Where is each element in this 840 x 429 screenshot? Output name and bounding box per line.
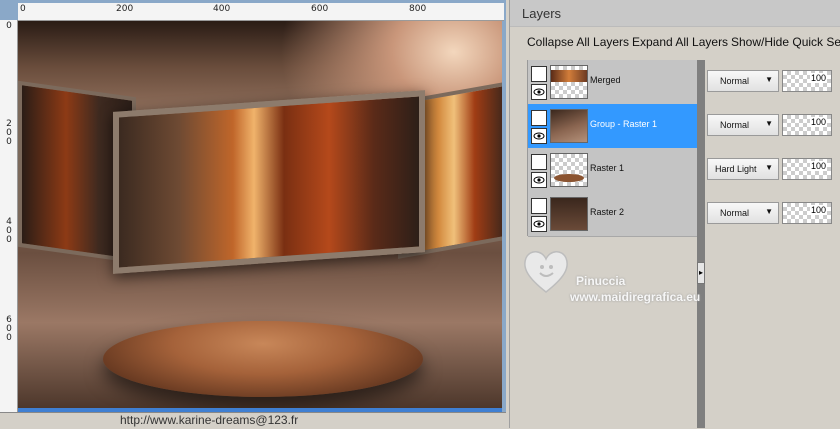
layer-list: Merged Group - Raster 1 Raster 1 Raster … — [527, 60, 698, 237]
layer-name: Raster 2 — [590, 207, 625, 217]
blend-mode-dropdown[interactable]: Normal ▼ — [707, 114, 779, 136]
ruler-label: 600 — [6, 315, 12, 343]
canvas-image[interactable] — [18, 21, 502, 408]
ruler-label: 0 — [6, 21, 12, 31]
layer-thumbnail — [550, 153, 588, 187]
blend-mode-value: Normal — [720, 76, 750, 86]
dropdown-caret-icon: ▼ — [765, 75, 773, 84]
layer-name: Raster 1 — [590, 163, 625, 173]
layer-thumbnail — [550, 109, 588, 143]
bowl-shape — [103, 321, 423, 397]
ruler-label: 600 — [311, 4, 329, 14]
vertical-ruler: 0 200 400 600 — [0, 20, 18, 412]
expand-all-layers-button[interactable]: Expand All Layers — [632, 35, 728, 49]
ruler-label: 200 — [6, 119, 12, 147]
palette-title: Layers — [522, 6, 562, 21]
layer-link-icon[interactable] — [531, 198, 547, 214]
blend-mode-value: Hard Light — [715, 164, 757, 174]
opacity-field[interactable]: 100 — [782, 202, 832, 224]
ruler-label: 400 — [213, 4, 231, 14]
heart-logo-icon — [524, 251, 568, 293]
canvas-bottom-strip: http://www.karine-dreams@123.fr — [0, 412, 506, 429]
blend-mode-value: Normal — [720, 208, 750, 218]
blend-mode-dropdown[interactable]: Hard Light ▼ — [707, 158, 779, 180]
layer-name: Group - Raster 1 — [590, 119, 658, 129]
layer-link-icon[interactable] — [531, 154, 547, 170]
ruler-label: 800 — [409, 4, 427, 14]
layer-thumbnail — [550, 197, 588, 231]
show-hide-quick-search-button[interactable]: Show/Hide Quick Sea — [731, 35, 840, 49]
blend-mode-dropdown[interactable]: Normal ▼ — [707, 70, 779, 92]
watermark-name: Pinuccia — [576, 274, 626, 288]
watermark-site: www.maidiregrafica.eu — [570, 290, 701, 304]
blend-mode-dropdown[interactable]: Normal ▼ — [707, 202, 779, 224]
blend-mode-value: Normal — [720, 120, 750, 130]
opacity-field[interactable]: 100 — [782, 158, 832, 180]
layers-palette: Layers Collapse All Layers Expand All La… — [509, 0, 840, 428]
horizontal-ruler: 0 200 400 600 800 — [18, 3, 504, 21]
dropdown-caret-icon: ▼ — [765, 119, 773, 128]
layer-row-raster-2[interactable]: Raster 2 — [528, 192, 698, 237]
dropdown-caret-icon: ▼ — [765, 207, 773, 216]
canvas-pane: 0 200 400 600 800 0 200 400 600 http://w… — [0, 0, 506, 429]
opacity-value: 100 — [809, 73, 827, 83]
ruler-label: 0 — [20, 4, 26, 14]
layer-thumbnail — [550, 65, 588, 99]
opacity-value: 100 — [809, 161, 827, 171]
opacity-value: 100 — [809, 205, 827, 215]
ruler-label: 200 — [116, 4, 134, 14]
watermark: Pinuccia www.maidiregrafica.eu — [518, 242, 748, 308]
layer-link-icon[interactable] — [531, 110, 547, 126]
forest-panel-center — [113, 90, 425, 274]
opacity-field[interactable]: 100 — [782, 70, 832, 92]
layers-toolbar: Collapse All Layers Expand All Layers Sh… — [510, 30, 840, 56]
opacity-field[interactable]: 100 — [782, 114, 832, 136]
layer-name: Merged — [590, 75, 621, 85]
eye-icon[interactable] — [531, 172, 547, 188]
ruler-label: 400 — [6, 217, 12, 245]
opacity-value: 100 — [809, 117, 827, 127]
palette-titlebar[interactable]: Layers — [510, 0, 840, 27]
eye-icon[interactable] — [531, 84, 547, 100]
layer-link-icon[interactable] — [531, 66, 547, 82]
layer-row-merged[interactable]: Merged — [528, 60, 698, 105]
dropdown-caret-icon: ▼ — [765, 163, 773, 172]
bottom-url-text: http://www.karine-dreams@123.fr — [120, 413, 299, 427]
eye-icon[interactable] — [531, 128, 547, 144]
collapse-all-layers-button[interactable]: Collapse All Layers — [527, 35, 629, 49]
eye-icon[interactable] — [531, 216, 547, 232]
layer-row-group-raster-1[interactable]: Group - Raster 1 — [528, 104, 698, 149]
layer-row-raster-1[interactable]: Raster 1 — [528, 148, 698, 193]
